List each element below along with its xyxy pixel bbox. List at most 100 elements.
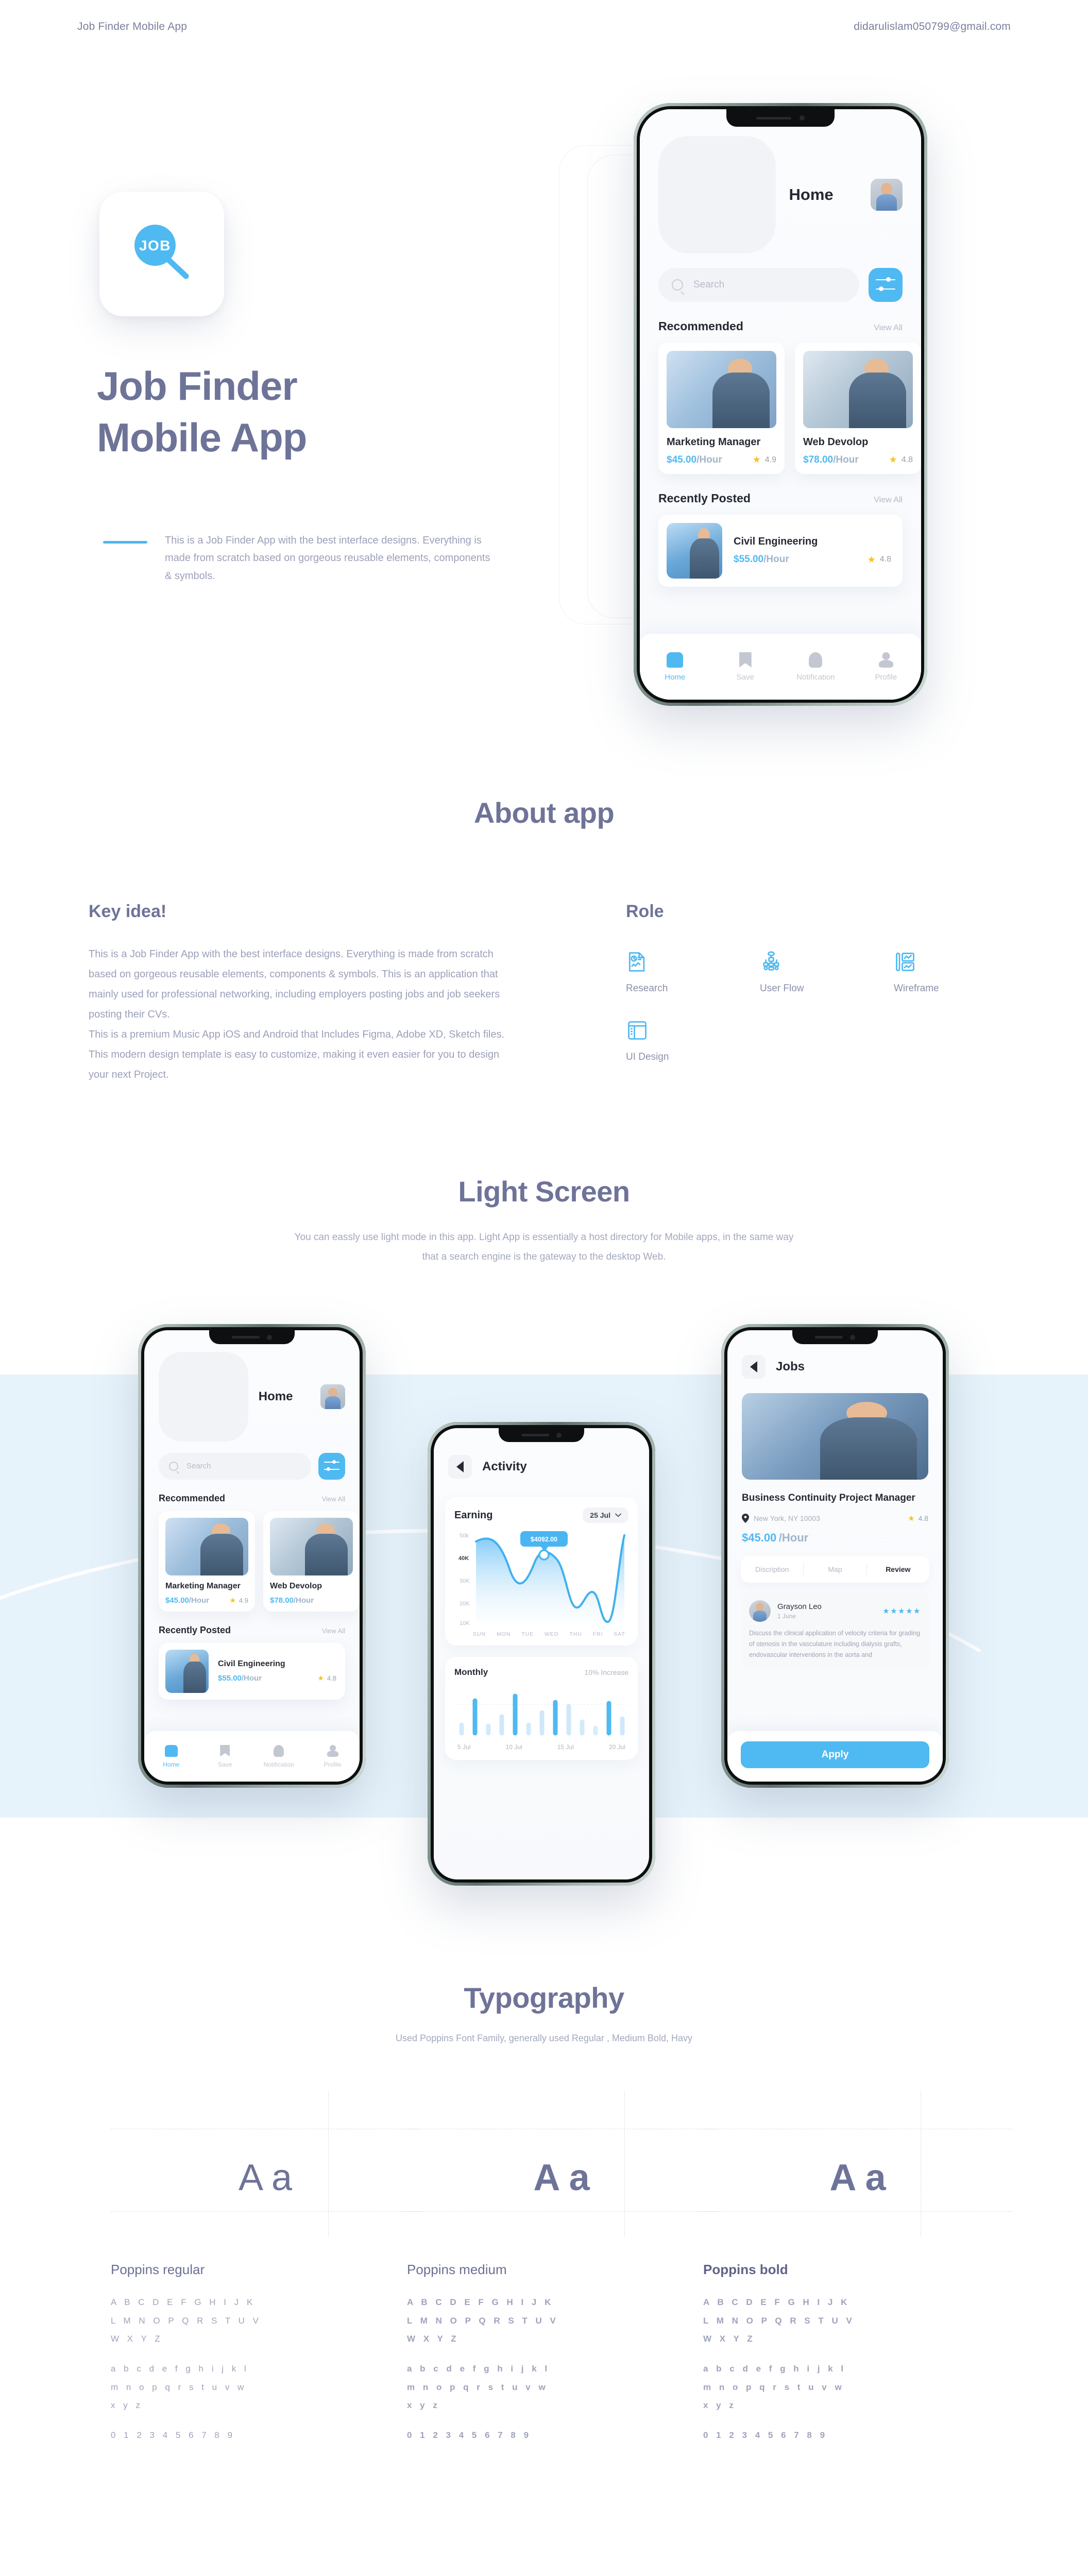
recent-job-title: Civil Engineering xyxy=(734,536,818,547)
date-filter-dropdown[interactable]: 25 Jul xyxy=(583,1507,628,1523)
recent-view-all[interactable]: View All xyxy=(874,496,903,505)
recent-job-title: Civil Engineering xyxy=(218,1659,285,1669)
home-icon xyxy=(164,1744,178,1757)
tab-notification[interactable]: Notification xyxy=(252,1744,306,1768)
job-card-title: Web Devolop xyxy=(270,1581,322,1590)
role-label: UI Design xyxy=(626,1052,669,1062)
monthly-card: Monthly 10% Increase 5 Jul 10 Jul 15 Jul… xyxy=(445,1657,638,1760)
tab-save[interactable]: Save xyxy=(198,1744,252,1768)
tab-profile[interactable]: Profile xyxy=(851,652,922,682)
filter-button[interactable] xyxy=(869,267,903,302)
job-card[interactable]: Marketing Manager $45.00 /Hour ★ 4.9 xyxy=(159,1511,255,1612)
case-study-page: Job Finder Mobile App didarulislam050799… xyxy=(0,0,1088,2576)
star-icon: ★ xyxy=(889,454,897,465)
apply-button[interactable]: Apply xyxy=(741,1741,929,1768)
svg-text:50k: 50k xyxy=(460,1533,469,1539)
search-icon xyxy=(672,279,683,291)
person-icon xyxy=(327,1744,338,1757)
svg-text:30K: 30K xyxy=(460,1578,470,1584)
filter-button[interactable] xyxy=(318,1452,345,1480)
xtick: 15 Jul xyxy=(557,1743,574,1751)
recently-posted-heading: Recently Posted xyxy=(159,1624,231,1635)
glyph-row: a b c d e f g h i j k l xyxy=(407,2364,550,2374)
screen-title: Home xyxy=(258,1389,293,1403)
glyph-set: A B C D E F G H I J K L M N O P Q R S T … xyxy=(703,2293,920,2445)
job-card-rating: 4.8 xyxy=(901,455,913,464)
tab-home[interactable]: Home xyxy=(144,1744,198,1768)
role-label: User Flow xyxy=(760,983,804,994)
profile-avatar[interactable] xyxy=(871,178,903,211)
jobs-screen: Jobs Business Continuity Project Manager… xyxy=(727,1330,943,1782)
activity-screen: Activity Earning 25 Jul 50k 40K 30K 20K … xyxy=(434,1428,649,1879)
recent-job-rating: 4.8 xyxy=(879,555,891,564)
light-phone-home: Home Search Recommended View All Marketi… xyxy=(138,1324,366,1788)
tab-save[interactable]: Save xyxy=(710,652,781,682)
profile-avatar[interactable] xyxy=(320,1384,345,1409)
ui-design-icon xyxy=(628,1021,647,1040)
job-card-title: Marketing Manager xyxy=(667,436,761,448)
page-title-line2: Mobile App xyxy=(97,414,307,460)
wireframe-icon xyxy=(896,953,914,971)
glyph-row: m n o p q r s t u v w xyxy=(111,2382,247,2392)
xtick: 10 Jul xyxy=(505,1743,522,1751)
job-location: New York, NY 10003 xyxy=(754,1514,820,1522)
glyph-row: m n o p q r s t u v w xyxy=(703,2382,845,2392)
tab-review[interactable]: Review xyxy=(867,1565,929,1573)
xtick: 5 Jul xyxy=(457,1743,471,1751)
tab-home[interactable]: Home xyxy=(640,652,710,682)
specimen-glyph: A a xyxy=(238,2157,293,2198)
star-icon: ★ xyxy=(229,1596,236,1604)
typography-style-name: Poppins medium xyxy=(407,2262,507,2277)
bell-icon xyxy=(809,652,823,668)
recent-job-unit: /Hour xyxy=(763,554,789,565)
bell-icon xyxy=(274,1744,284,1757)
recent-job-row[interactable]: Civil Engineering $55.00 /Hour ★ 4.8 xyxy=(658,514,903,587)
tab-discription[interactable]: Discription xyxy=(741,1565,803,1573)
job-card[interactable]: Web Devolop $78.00 /Hour xyxy=(263,1511,360,1612)
monthly-bar-chart xyxy=(457,1693,627,1736)
glyph-row: x y z xyxy=(703,2400,737,2411)
search-input[interactable]: Search xyxy=(658,267,859,302)
menu-grid-button[interactable] xyxy=(658,136,776,253)
job-card-price: $45.00 xyxy=(165,1596,189,1605)
page-title-line1: Job Finder xyxy=(97,363,298,409)
hero-section: JOB Job Finder Mobile App This is a Job … xyxy=(0,0,1088,747)
job-card[interactable]: Web Devolop $78.00 /Hour ★ 4.8 xyxy=(795,342,921,474)
phone-notch xyxy=(209,1330,295,1344)
back-button[interactable] xyxy=(742,1355,766,1379)
research-document-icon xyxy=(628,952,645,972)
svg-text:10K: 10K xyxy=(460,1620,470,1626)
back-button[interactable] xyxy=(448,1455,472,1479)
glyph-row: A B C D E F G H I J K xyxy=(703,2297,850,2307)
role-heading: Role xyxy=(626,902,664,921)
recommended-heading: Recommended xyxy=(159,1493,226,1503)
job-card-title: Marketing Manager xyxy=(165,1581,241,1590)
star-icon: ★ xyxy=(867,554,876,565)
job-hero-image xyxy=(742,1393,928,1480)
menu-grid-button[interactable] xyxy=(159,1352,248,1442)
role-item-wireframe: Wireframe xyxy=(894,951,971,994)
glyph-numerals: 0 1 2 3 4 5 6 7 8 9 xyxy=(703,2430,828,2441)
chevron-down-icon xyxy=(615,1513,621,1517)
recommended-heading: Recommended xyxy=(658,319,743,333)
light-phone-jobs: Jobs Business Continuity Project Manager… xyxy=(721,1324,949,1788)
glyph-row: L M N O P Q R S T U V xyxy=(703,2315,855,2326)
tab-profile[interactable]: Profile xyxy=(306,1744,360,1768)
tab-map[interactable]: Map xyxy=(804,1565,866,1573)
bottom-tabbar: Home Save Notification Profile xyxy=(144,1731,360,1782)
recommended-view-all[interactable]: View All xyxy=(874,324,903,333)
glyph-row: x y z xyxy=(111,2400,143,2411)
search-input[interactable]: Search xyxy=(159,1452,311,1480)
recent-job-row[interactable]: Civil Engineering $55.00 /Hour ★ 4.8 xyxy=(159,1642,345,1700)
recent-view-all[interactable]: View All xyxy=(322,1627,345,1635)
job-card[interactable]: Marketing Manager $45.00 /Hour ★ 4.9 xyxy=(658,342,785,474)
tab-notification[interactable]: Notification xyxy=(780,652,851,682)
review-date: 1 June xyxy=(777,1612,796,1620)
xtick: WED xyxy=(544,1631,559,1637)
bottom-tabbar: Home Save Notification Profile xyxy=(640,634,921,700)
job-card-rating: 4.9 xyxy=(239,1596,248,1604)
hero-description: This is a Job Finder App with the best i… xyxy=(165,535,490,582)
job-card-price: $78.00 xyxy=(270,1596,294,1605)
job-detail-rating: 4.8 xyxy=(918,1514,928,1522)
recommended-view-all[interactable]: View All xyxy=(322,1495,345,1503)
